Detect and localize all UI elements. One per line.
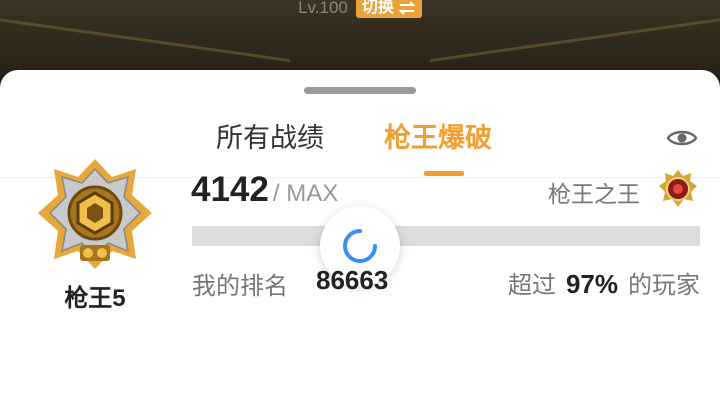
eye-icon[interactable] bbox=[666, 127, 698, 149]
switch-label: 切换 bbox=[361, 0, 394, 16]
score-progress-bar bbox=[192, 226, 700, 246]
rank-badge-icon bbox=[38, 159, 152, 269]
tier-emblem-icon bbox=[659, 170, 697, 207]
exceed-row: 超过 97% 的玩家 bbox=[508, 265, 700, 300]
exceed-suffix: 的玩家 bbox=[628, 272, 700, 299]
exceed-value: 97% bbox=[565, 269, 618, 299]
tier-name: 枪王之王 bbox=[548, 181, 640, 207]
level-label: Lv.100 bbox=[298, 0, 348, 17]
exceed-prefix: 超过 bbox=[507, 272, 556, 299]
loading-spinner-icon bbox=[343, 229, 377, 263]
my-rank-value: 86663 bbox=[316, 265, 389, 295]
decorative-rail-right bbox=[430, 16, 720, 63]
active-tab-indicator bbox=[424, 171, 464, 176]
score-progress-fill bbox=[192, 226, 700, 246]
level-row: Lv.100 切换 bbox=[0, 0, 720, 22]
tab-bar: 所有战绩 枪王爆破 bbox=[0, 120, 720, 160]
swap-arrows-icon bbox=[398, 1, 416, 15]
rank-name: 枪王5 bbox=[64, 285, 126, 312]
tab-all-records[interactable]: 所有战绩 bbox=[216, 120, 324, 156]
score-row: 4142 / MAX bbox=[191, 170, 338, 210]
switch-button[interactable]: 切换 bbox=[355, 0, 422, 18]
bottom-sheet: 所有战绩 枪王爆破 枪王5 4142 / MAX 枪王之王 我的排名 86663 bbox=[0, 70, 720, 410]
decorative-rail-left bbox=[0, 16, 290, 63]
score-max-label: / MAX bbox=[272, 180, 339, 207]
my-rank-label: 我的排名 bbox=[192, 273, 288, 300]
sheet-drag-handle[interactable] bbox=[304, 87, 416, 94]
tab-gunking-demolition[interactable]: 枪王爆破 bbox=[384, 120, 492, 156]
score-value: 4142 bbox=[191, 170, 269, 209]
